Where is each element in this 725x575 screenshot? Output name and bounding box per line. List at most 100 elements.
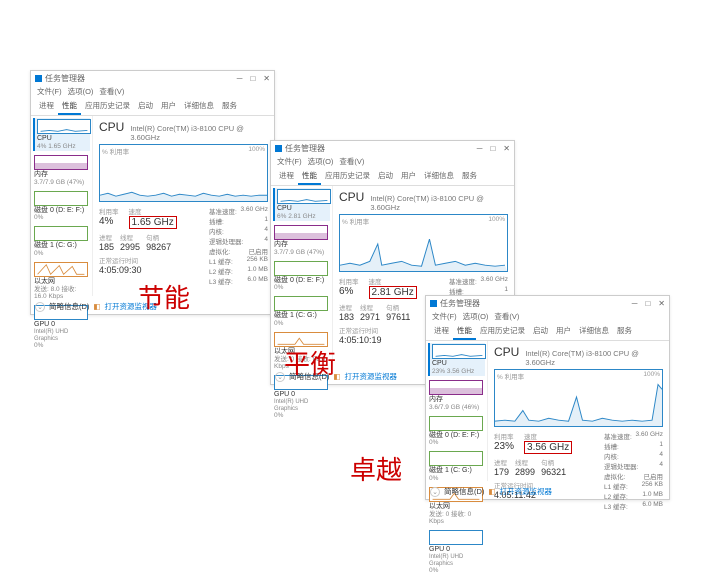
close-button[interactable]: ✕ [658, 299, 665, 308]
threads-value: 2899 [515, 467, 535, 477]
main-panel: CPU Intel(R) Core(TM) i3-8100 CPU @ 3.60… [488, 341, 669, 481]
minimize-button[interactable]: ─ [632, 299, 638, 308]
sidebar-item-ethernet[interactable]: 以太网发送: 8.0 接收: 16.0 Kbps [33, 261, 90, 301]
menu-item[interactable]: 查看(V) [99, 87, 124, 96]
maximize-button[interactable]: □ [250, 74, 255, 83]
sidebar-item-cpu[interactable]: CPU23% 3.56 GHz [428, 343, 485, 376]
sidebar-item-cpu[interactable]: CPU4% 1.65 GHz [33, 118, 90, 151]
tab-3[interactable]: 启动 [374, 168, 397, 185]
tab-0[interactable]: 进程 [275, 168, 298, 185]
sidebar-item-disk1[interactable]: 磁盘 1 (C: G:)0% [428, 450, 485, 483]
uptime-value: 4:05:10:19 [339, 335, 429, 345]
menu-item[interactable]: 查看(V) [494, 312, 519, 321]
utilization-value: 23% [494, 441, 514, 452]
sidebar-item-disk1[interactable]: 磁盘 1 (C: G:)0% [273, 295, 330, 328]
sidebar-item-disk0[interactable]: 磁盘 0 (D: E: F:)0% [33, 190, 90, 223]
sidebar-item-disk0[interactable]: 磁盘 0 (D: E: F:)0% [428, 415, 485, 448]
cpu-chart[interactable]: % 利用率 100% [99, 144, 268, 202]
tab-1[interactable]: 性能 [453, 323, 476, 340]
titlebar[interactable]: 任务管理器 ─ □ ✕ [31, 71, 274, 85]
collapse-button[interactable]: ⌄ [430, 487, 440, 497]
tab-0[interactable]: 进程 [35, 98, 58, 115]
open-resource-monitor-link[interactable]: 打开资源监视器 [500, 486, 553, 497]
menu-item[interactable]: 选项(O) [68, 87, 94, 96]
menu-item[interactable]: 文件(F) [277, 157, 302, 166]
menubar[interactable]: 文件(F) 选项(O) 查看(V) [31, 85, 274, 98]
footer: ⌄ 简略信息(D) ◧ 打开资源监视器 [430, 486, 665, 497]
cpu-chart[interactable]: % 利用率 100% [339, 214, 508, 272]
base-speed: 3.60 GHz [481, 276, 508, 286]
tab-6[interactable]: 服务 [218, 98, 241, 115]
menu-item[interactable]: 文件(F) [432, 312, 457, 321]
tab-5[interactable]: 详细信息 [420, 168, 458, 185]
sidebar-item-gpu[interactable]: GPU 0Intel(R) UHD Graphics0% [428, 529, 485, 575]
speed-value: 1.65 GHz [129, 216, 177, 229]
caption-power-saver: 节能 [138, 278, 190, 315]
tab-4[interactable]: 用户 [157, 98, 180, 115]
menubar[interactable]: 文件(F) 选项(O) 查看(V) [271, 155, 514, 168]
resource-monitor-icon: ◧ [93, 302, 100, 311]
tab-6[interactable]: 服务 [613, 323, 636, 340]
processes-value: 179 [494, 467, 509, 477]
caption-balanced: 平衡 [284, 344, 336, 381]
tab-3[interactable]: 启动 [134, 98, 157, 115]
main-panel: CPU Intel(R) Core(TM) i3-8100 CPU @ 3.60… [93, 116, 274, 296]
cpu-model: Intel(R) Core(TM) i3-8100 CPU @ 3.60GHz [525, 349, 663, 367]
sidebar-item-memory[interactable]: 内存3.7/7.9 GB (47%) [273, 224, 330, 257]
tab-5[interactable]: 详细信息 [575, 323, 613, 340]
brief-info-button[interactable]: 简略信息(D) [49, 301, 89, 312]
sidebar[interactable]: CPU23% 3.56 GHz 内存3.6/7.9 GB (46%) 磁盘 0 … [426, 341, 488, 481]
sidebar-item-memory[interactable]: 内存3.6/7.9 GB (46%) [428, 379, 485, 412]
tab-2[interactable]: 应用历史记录 [476, 323, 529, 340]
tab-3[interactable]: 启动 [529, 323, 552, 340]
tabbar[interactable]: 进程性能应用历史记录启动用户详细信息服务 [31, 98, 274, 116]
menu-item[interactable]: 选项(O) [308, 157, 334, 166]
base-speed: 3.60 GHz [241, 206, 268, 216]
main-title: CPU [339, 190, 364, 204]
tabbar[interactable]: 进程性能应用历史记录启动用户详细信息服务 [271, 168, 514, 186]
tab-1[interactable]: 性能 [298, 168, 321, 185]
caption-high-perf: 卓越 [350, 450, 402, 487]
threads-value: 2971 [360, 312, 380, 322]
task-manager-window[interactable]: 任务管理器 ─ □ ✕ 文件(F) 选项(O) 查看(V) 进程性能应用历史记录启动… [425, 295, 670, 500]
tab-6[interactable]: 服务 [458, 168, 481, 185]
cpu-chart[interactable]: % 利用率 100% [494, 369, 663, 427]
handles-value: 97611 [386, 312, 410, 322]
maximize-button[interactable]: □ [645, 299, 650, 308]
utilization-value: 4% [99, 216, 119, 227]
titlebar[interactable]: 任务管理器 ─ □ ✕ [426, 296, 669, 310]
handles-value: 98267 [146, 242, 171, 252]
sidebar[interactable]: CPU6% 2.81 GHz 内存3.7/7.9 GB (47%) 磁盘 0 (… [271, 186, 333, 366]
menu-item[interactable]: 查看(V) [339, 157, 364, 166]
sidebar-item-memory[interactable]: 内存3.7/7.9 GB (47%) [33, 154, 90, 187]
close-button[interactable]: ✕ [263, 74, 270, 83]
tab-4[interactable]: 用户 [552, 323, 575, 340]
brief-info-button[interactable]: 简略信息(D) [444, 486, 484, 497]
tab-2[interactable]: 应用历史记录 [81, 98, 134, 115]
menubar[interactable]: 文件(F) 选项(O) 查看(V) [426, 310, 669, 323]
tabbar[interactable]: 进程性能应用历史记录启动用户详细信息服务 [426, 323, 669, 341]
titlebar[interactable]: 任务管理器 ─ □ ✕ [271, 141, 514, 155]
open-resource-monitor-link[interactable]: 打开资源监视器 [345, 371, 398, 382]
uptime-value: 4:05:09:30 [99, 265, 189, 275]
processes-value: 185 [99, 242, 114, 252]
sidebar-item-disk1[interactable]: 磁盘 1 (C: G:)0% [33, 225, 90, 258]
tab-2[interactable]: 应用历史记录 [321, 168, 374, 185]
close-button[interactable]: ✕ [503, 144, 510, 153]
processes-value: 183 [339, 312, 354, 322]
maximize-button[interactable]: □ [490, 144, 495, 153]
minimize-button[interactable]: ─ [237, 74, 243, 83]
menu-item[interactable]: 选项(O) [463, 312, 489, 321]
sidebar-item-disk0[interactable]: 磁盘 0 (D: E: F:)0% [273, 260, 330, 293]
tab-5[interactable]: 详细信息 [180, 98, 218, 115]
minimize-button[interactable]: ─ [477, 144, 483, 153]
main-title: CPU [494, 345, 519, 359]
window-title: 任务管理器 [285, 143, 325, 154]
tab-4[interactable]: 用户 [397, 168, 420, 185]
tab-0[interactable]: 进程 [430, 323, 453, 340]
tab-1[interactable]: 性能 [58, 98, 81, 115]
menu-item[interactable]: 文件(F) [37, 87, 62, 96]
sidebar-item-cpu[interactable]: CPU6% 2.81 GHz [273, 188, 330, 221]
sidebar[interactable]: CPU4% 1.65 GHz 内存3.7/7.9 GB (47%) 磁盘 0 (… [31, 116, 93, 296]
collapse-button[interactable]: ⌄ [35, 302, 45, 312]
